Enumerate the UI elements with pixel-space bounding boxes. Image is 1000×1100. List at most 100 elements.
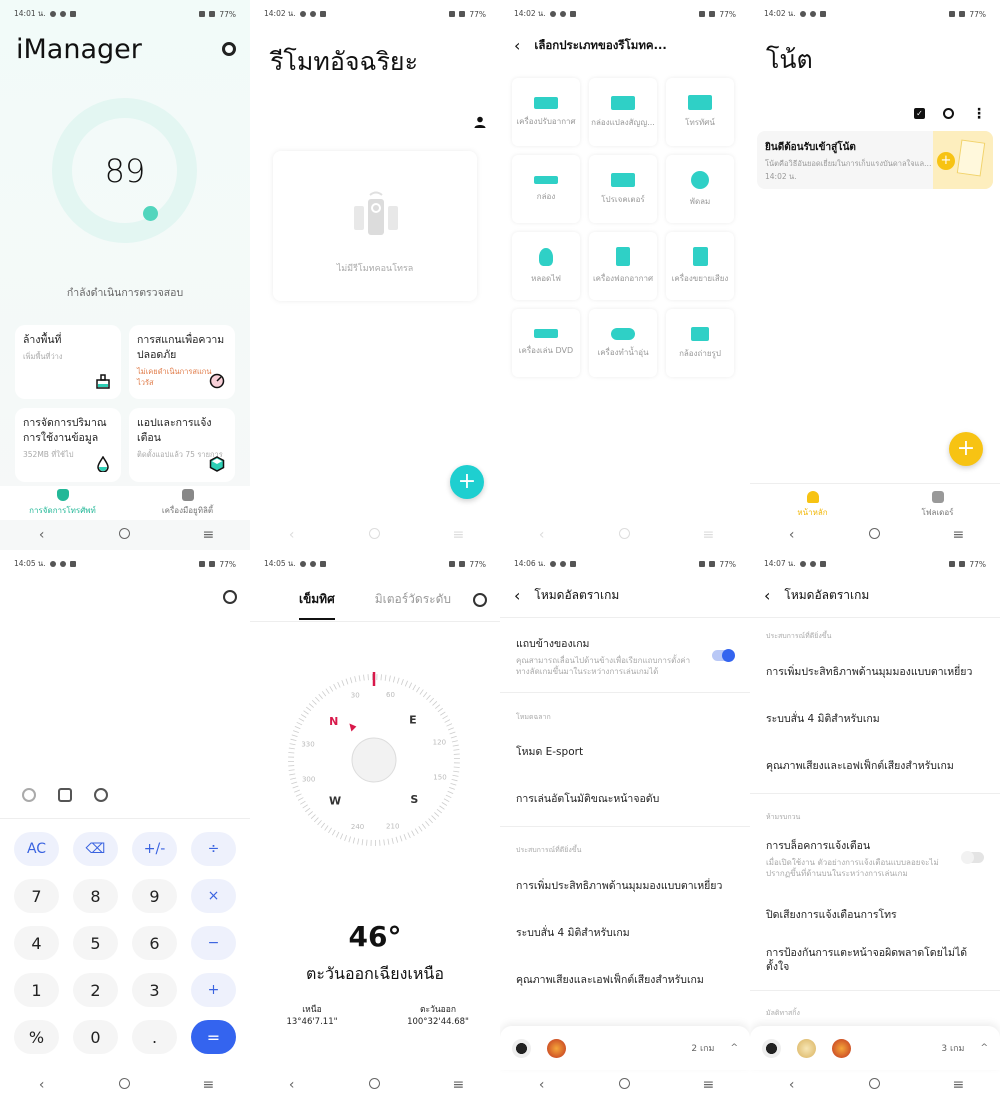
more-options-icon[interactable]: ⋮ bbox=[972, 107, 986, 121]
tab-level-meter[interactable]: มิเตอร์วัดระดับ bbox=[375, 590, 451, 620]
4d-vibration-item[interactable]: ระบบสั่น 4 มิติสำหรับเกม bbox=[516, 924, 734, 941]
type-air-purifier[interactable]: เครื่องฟอกอากาศ bbox=[589, 232, 657, 300]
nav-recents-button[interactable]: ≡ bbox=[188, 1077, 228, 1093]
game-sound-item[interactable]: คุณภาพเสียงและเอฟเฟ็กต์เสียงสำหรับเกม bbox=[766, 757, 984, 774]
card-data-usage[interactable]: การจัดการปริมาณการใช้งานข้อมูล 352MB ที่… bbox=[15, 408, 121, 482]
esport-mode-item[interactable]: โหมด E-sport bbox=[516, 743, 734, 760]
type-dvd-player[interactable]: เครื่องเล่น DVD bbox=[512, 309, 580, 377]
nav-home-button[interactable] bbox=[105, 1077, 145, 1093]
key-1[interactable]: 1 bbox=[14, 973, 59, 1007]
nav-home-button[interactable] bbox=[855, 527, 895, 543]
key-sign-toggle[interactable]: +/- bbox=[132, 832, 177, 866]
nav-home-button[interactable] bbox=[355, 1077, 395, 1093]
nav-recents-button[interactable]: ≡ bbox=[188, 527, 228, 543]
key-4[interactable]: 4 bbox=[14, 926, 59, 960]
nav-home-button[interactable] bbox=[105, 527, 145, 543]
key-3[interactable]: 3 bbox=[132, 973, 177, 1007]
key-decimal[interactable]: . bbox=[132, 1020, 177, 1054]
tab-home[interactable]: หน้าหลัก bbox=[750, 488, 875, 522]
key-subtract[interactable]: − bbox=[191, 926, 236, 960]
key-add[interactable]: + bbox=[191, 973, 236, 1007]
search-icon[interactable] bbox=[943, 108, 954, 119]
type-set-top-box[interactable]: กล่องแปลงสัญญ... bbox=[589, 78, 657, 146]
key-equals[interactable]: = bbox=[191, 1020, 236, 1054]
settings-gear-icon[interactable] bbox=[222, 42, 236, 56]
game-sidebar-setting[interactable]: แถบข้างของเกม คุณสามารถเลื่อนไปด้านข้างเ… bbox=[516, 635, 734, 677]
key-5[interactable]: 5 bbox=[73, 926, 118, 960]
tab-utilities[interactable]: เครื่องมือยูทิลิตี้ bbox=[125, 486, 250, 520]
tab-folders[interactable]: โฟลเดอร์ bbox=[875, 488, 1000, 522]
nav-recents-button[interactable]: ≡ bbox=[938, 527, 978, 543]
card-clean-storage[interactable]: ล้างพื้นที่ เพิ่มพื้นที่ว่าง bbox=[15, 325, 121, 399]
mute-call-notifications-item[interactable]: ปิดเสียงการแจ้งเตือนการโทร bbox=[766, 906, 984, 923]
key-backspace[interactable]: ⌫ bbox=[73, 832, 118, 866]
type-speaker[interactable]: เครื่องขยายเสียง bbox=[666, 232, 734, 300]
scientific-mode-icon[interactable] bbox=[58, 788, 72, 802]
back-chevron-icon[interactable]: ‹ bbox=[764, 586, 770, 605]
key-clear[interactable]: AC bbox=[14, 832, 59, 866]
hawk-eye-item[interactable]: การเพิ่มประสิทธิภาพด้านมุมมองแบบตาเหยี่ย… bbox=[516, 877, 734, 894]
type-box[interactable]: กล่อง bbox=[512, 155, 580, 223]
select-checkbox-icon[interactable]: ✓ bbox=[914, 108, 925, 119]
sidebar-toggle[interactable] bbox=[712, 649, 735, 662]
nav-recents-button[interactable]: ≡ bbox=[438, 527, 478, 543]
nav-home-button[interactable] bbox=[355, 527, 395, 543]
key-6[interactable]: 6 bbox=[132, 926, 177, 960]
games-tray[interactable]: 3 เกม ^ bbox=[750, 1026, 1000, 1070]
key-0[interactable]: 0 bbox=[73, 1020, 118, 1054]
nav-back-button[interactable]: ‹ bbox=[272, 527, 312, 543]
type-projector[interactable]: โปรเจคเตอร์ bbox=[589, 155, 657, 223]
nav-recents-button[interactable]: ≡ bbox=[688, 1077, 728, 1093]
back-chevron-icon[interactable]: ‹ bbox=[514, 586, 520, 605]
history-icon[interactable] bbox=[22, 788, 36, 802]
add-remote-button[interactable]: + bbox=[450, 465, 484, 499]
type-water-heater[interactable]: เครื่องทำน้ำอุ่น bbox=[589, 309, 657, 377]
type-air-conditioner[interactable]: เครื่องปรับอากาศ bbox=[512, 78, 580, 146]
nav-back-button[interactable]: ‹ bbox=[772, 527, 812, 543]
block-notifications-toggle[interactable] bbox=[961, 851, 984, 864]
settings-gear-icon[interactable] bbox=[473, 593, 487, 607]
nav-back-button[interactable]: ‹ bbox=[22, 527, 62, 543]
game-avatar[interactable] bbox=[832, 1038, 851, 1058]
auto-play-screen-off-item[interactable]: การเล่นอัตโนมัติขณะหน้าจอดับ bbox=[516, 790, 734, 807]
game-sound-item[interactable]: คุณภาพเสียงและเอฟเฟ็กต์เสียงสำหรับเกม bbox=[516, 971, 734, 988]
accidental-touch-prevention-item[interactable]: การป้องกันการแตะหน้าจอผิดพลาดโดยไม่ได้ตั… bbox=[766, 946, 984, 974]
games-tray[interactable]: 2 เกม ^ bbox=[500, 1026, 750, 1070]
key-percent[interactable]: % bbox=[14, 1020, 59, 1054]
card-security-scan[interactable]: การสแกนเพื่อความปลอดภัย ไม่เคยดำเนินการส… bbox=[129, 325, 235, 399]
key-multiply[interactable]: × bbox=[191, 879, 236, 913]
hawk-eye-item[interactable]: การเพิ่มประสิทธิภาพด้านมุมมองแบบตาเหยี่ย… bbox=[766, 663, 984, 680]
settings-gear-icon[interactable] bbox=[223, 590, 237, 604]
tab-compass[interactable]: เข็มทิศ bbox=[298, 590, 335, 620]
game-avatar[interactable] bbox=[547, 1038, 566, 1058]
back-chevron-icon[interactable]: ‹ bbox=[514, 36, 520, 55]
type-light-bulb[interactable]: หลอดไฟ bbox=[512, 232, 580, 300]
key-9[interactable]: 9 bbox=[132, 879, 177, 913]
card-apps-notifications[interactable]: แอปและการแจ้งเตือน ติดตั้งแอปแล้ว 75 ราย… bbox=[129, 408, 235, 482]
new-note-button[interactable]: + bbox=[949, 432, 983, 466]
key-2[interactable]: 2 bbox=[73, 973, 118, 1007]
chevron-up-icon[interactable]: ^ bbox=[730, 1043, 738, 1053]
game-avatar[interactable] bbox=[512, 1038, 531, 1058]
note-item[interactable]: ยินดีต้อนรับเข้าสู่โน้ต โน้ตคือวิธีอันยอ… bbox=[757, 131, 993, 189]
key-7[interactable]: 7 bbox=[14, 879, 59, 913]
nav-recents-button[interactable]: ≡ bbox=[688, 527, 728, 543]
key-8[interactable]: 8 bbox=[73, 879, 118, 913]
nav-recents-button[interactable]: ≡ bbox=[938, 1077, 978, 1093]
nav-back-button[interactable]: ‹ bbox=[272, 1077, 312, 1093]
block-notifications-setting[interactable]: การบล็อคการแจ้งเตือน เมื่อเปิดใช้งาน ตัว… bbox=[766, 837, 984, 879]
game-avatar[interactable] bbox=[762, 1038, 781, 1058]
nav-home-button[interactable] bbox=[605, 1077, 645, 1093]
game-avatar[interactable] bbox=[797, 1038, 816, 1058]
unit-converter-icon[interactable] bbox=[94, 788, 108, 802]
nav-back-button[interactable]: ‹ bbox=[22, 1077, 62, 1093]
user-icon[interactable] bbox=[474, 116, 486, 128]
type-fan[interactable]: พัดลม bbox=[666, 155, 734, 223]
nav-back-button[interactable]: ‹ bbox=[522, 527, 562, 543]
key-divide[interactable]: ÷ bbox=[191, 832, 236, 866]
nav-back-button[interactable]: ‹ bbox=[522, 1077, 562, 1093]
type-tv[interactable]: โทรทัศน์ bbox=[666, 78, 734, 146]
nav-home-button[interactable] bbox=[855, 1077, 895, 1093]
nav-home-button[interactable] bbox=[605, 527, 645, 543]
chevron-up-icon[interactable]: ^ bbox=[980, 1043, 988, 1053]
